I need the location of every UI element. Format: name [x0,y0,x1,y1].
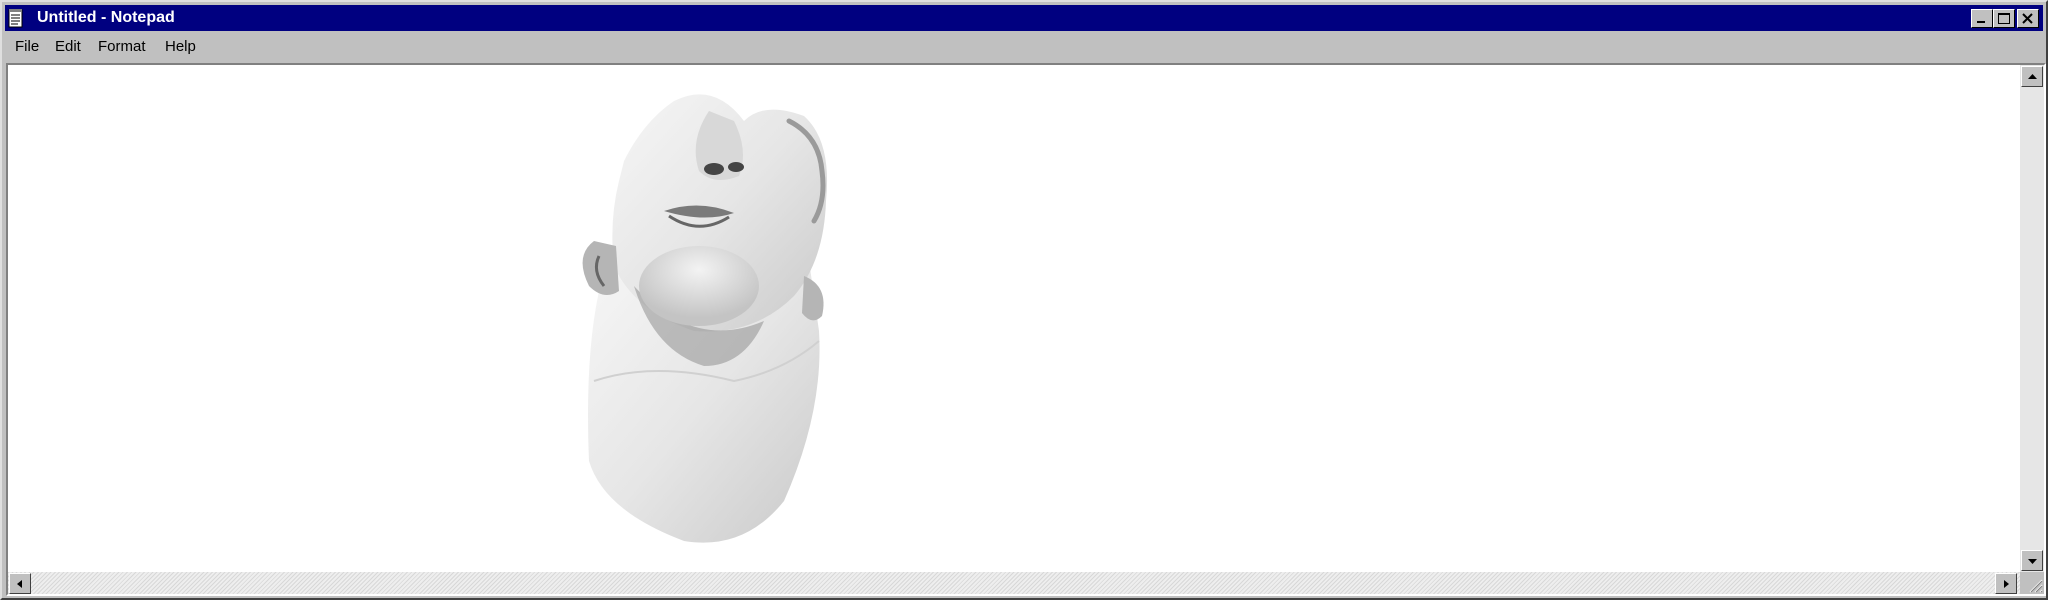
scroll-right-button[interactable] [1995,573,2017,594]
menu-file[interactable]: File [15,38,39,56]
marble-statue-head-image [582,94,828,543]
editor-frame [6,63,2046,596]
notepad-icon[interactable] [8,8,24,28]
window-title: Untitled - Notepad [37,9,175,26]
scroll-down-button[interactable] [2021,550,2043,571]
close-button[interactable] [2017,9,2039,28]
menu-format[interactable]: Format [98,38,146,56]
menu-help[interactable]: Help [165,38,196,56]
horizontal-scrollbar[interactable] [8,572,2020,594]
menu-bar: File Edit Format Help [5,33,2043,61]
scroll-left-button[interactable] [9,573,31,594]
scroll-up-button[interactable] [2021,66,2043,87]
notepad-window: Untitled - Notepad File Edit Format Help [0,0,2048,600]
minimize-button[interactable] [1971,9,1993,28]
text-editor[interactable] [8,65,2020,572]
menu-edit[interactable]: Edit [55,38,81,56]
maximize-button[interactable] [1993,9,2015,28]
vertical-scrollbar[interactable] [2020,65,2044,572]
resize-grip-icon[interactable] [2020,572,2044,594]
title-bar[interactable]: Untitled - Notepad [5,5,2043,31]
